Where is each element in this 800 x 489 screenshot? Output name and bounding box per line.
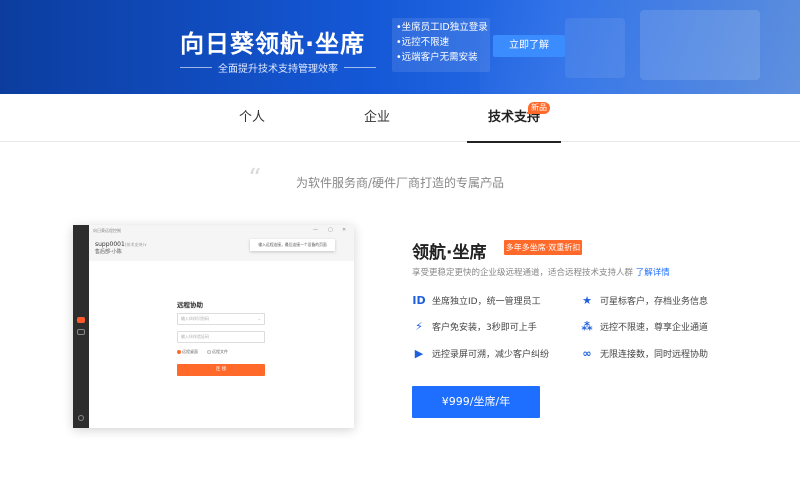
- feature-item: ⚡ 客户免安装，3秒即可上手: [412, 320, 537, 333]
- app-option-file: 远程文件: [207, 349, 228, 355]
- app-option-label: 远程文件: [212, 349, 228, 354]
- app-tooltip: 输入远程连接，最后连接一个设备的页面: [250, 239, 335, 251]
- chevron-down-icon: ⌄: [257, 316, 261, 321]
- feature-text: 远控不限速，尊享企业通道: [600, 323, 709, 333]
- network-icon: ⁂: [581, 320, 593, 333]
- feature-text: 无限连接数，同时远程协助: [600, 350, 709, 360]
- feature-item: ★ 可星标客户，存档业务信息: [580, 294, 708, 307]
- tab-personal[interactable]: 个人: [222, 94, 282, 142]
- learn-more-button[interactable]: 立即了解: [493, 35, 565, 57]
- product-tabs: 个人 企业 技术支持: [0, 94, 800, 143]
- app-form-title: 远程协助: [177, 301, 203, 309]
- remote-assist-icon: [77, 317, 85, 323]
- learn-details-link[interactable]: 了解详情: [636, 268, 670, 278]
- minimize-icon: —: [313, 227, 318, 233]
- maximize-icon: ▢: [328, 227, 333, 233]
- app-option-label: 远程桌面: [182, 349, 198, 354]
- app-screenshot: 向日葵远程控制 — ▢ ✕ supp0001(技术支持)∨ 售后部-小陈: [73, 225, 354, 428]
- feature-text: 客户免安装，3秒即可上手: [432, 323, 537, 333]
- contacts-icon: [77, 329, 85, 335]
- infinity-icon: ∞: [582, 347, 592, 360]
- slogan: 为软件服务商/硬件厂商打造的专属产品: [295, 176, 505, 190]
- radio-unchecked-icon: [207, 350, 211, 354]
- feature-text: 远控录屏可溯，减少客户纠纷: [432, 350, 550, 360]
- video-icon: ▶: [414, 347, 424, 360]
- feature-item: ∞ 无限连接数，同时远程协助: [580, 347, 708, 360]
- divider: [180, 67, 212, 68]
- banner-subtitle: 全面提升技术支持管理效率: [180, 60, 376, 75]
- product-description: 享受更稳定更快的企业级远程通道，适合远程技术支持人群 了解详情: [412, 266, 670, 278]
- banner-subtitle-text: 全面提升技术支持管理效率: [218, 64, 338, 75]
- feature-item: ▶ 远控录屏可溯，减少客户纠纷: [412, 347, 549, 360]
- feature-text: 可星标客户，存档业务信息: [600, 297, 709, 307]
- product-description-text: 享受更稳定更快的企业级远程通道，适合远程技术支持人群: [412, 268, 634, 278]
- banner-feature: •远端客户无需安装: [396, 52, 478, 63]
- app-input-placeholder: 输入伙伴识别码: [181, 316, 209, 321]
- discount-badge: 多年多坐席·双重折扣: [504, 240, 582, 255]
- star-icon: ★: [582, 294, 592, 307]
- app-input-placeholder: 输入伙伴验证码: [181, 334, 209, 339]
- app-user-tag: (技术支持)∨: [124, 242, 147, 247]
- banner-monitor-image: [640, 10, 760, 80]
- id-icon: ID: [412, 294, 426, 307]
- feature-text: 坐席独立ID，统一管理员工: [432, 297, 541, 307]
- feature-item: ID 坐席独立ID，统一管理员工: [412, 294, 541, 307]
- banner-feature: •坐席员工ID独立登录: [396, 22, 488, 33]
- banner-feature: •远控不限速: [396, 37, 450, 48]
- lightning-icon: ⚡: [415, 320, 423, 333]
- buy-price-button[interactable]: ¥999/坐席/年: [412, 386, 540, 418]
- app-user: supp0001(技术支持)∨: [95, 241, 147, 248]
- banner-monitor-image-2: [565, 18, 625, 78]
- banner-feature-list: •坐席员工ID独立登录 •远控不限速 •远端客户无需安装: [392, 18, 490, 72]
- app-partner-id-input: 输入伙伴识别码 ⌄: [177, 313, 265, 325]
- app-verify-code-input: 输入伙伴验证码: [177, 331, 265, 343]
- app-title: 向日葵远程控制: [93, 228, 121, 233]
- divider: [344, 67, 376, 68]
- new-badge: 新品: [528, 102, 550, 114]
- close-icon: ✕: [342, 227, 347, 233]
- feature-item: ⁂ 远控不限速，尊享企业通道: [580, 320, 708, 333]
- settings-icon: [78, 415, 84, 421]
- radio-checked-icon: [177, 350, 181, 354]
- app-user-name: supp0001: [95, 241, 125, 248]
- app-user-group: 售后部-小陈: [95, 249, 122, 255]
- app-connect-button: 连 接: [177, 364, 265, 376]
- tab-enterprise[interactable]: 企业: [347, 94, 407, 142]
- tab-tech-support[interactable]: 技术支持: [467, 94, 561, 143]
- quote-close-icon: ”: [486, 178, 500, 208]
- app-option-desktop: 远程桌面: [177, 349, 198, 355]
- app-sidebar: [73, 225, 89, 428]
- product-title: 领航·坐席: [412, 243, 487, 263]
- banner-title: 向日葵领航·坐席: [180, 30, 366, 58]
